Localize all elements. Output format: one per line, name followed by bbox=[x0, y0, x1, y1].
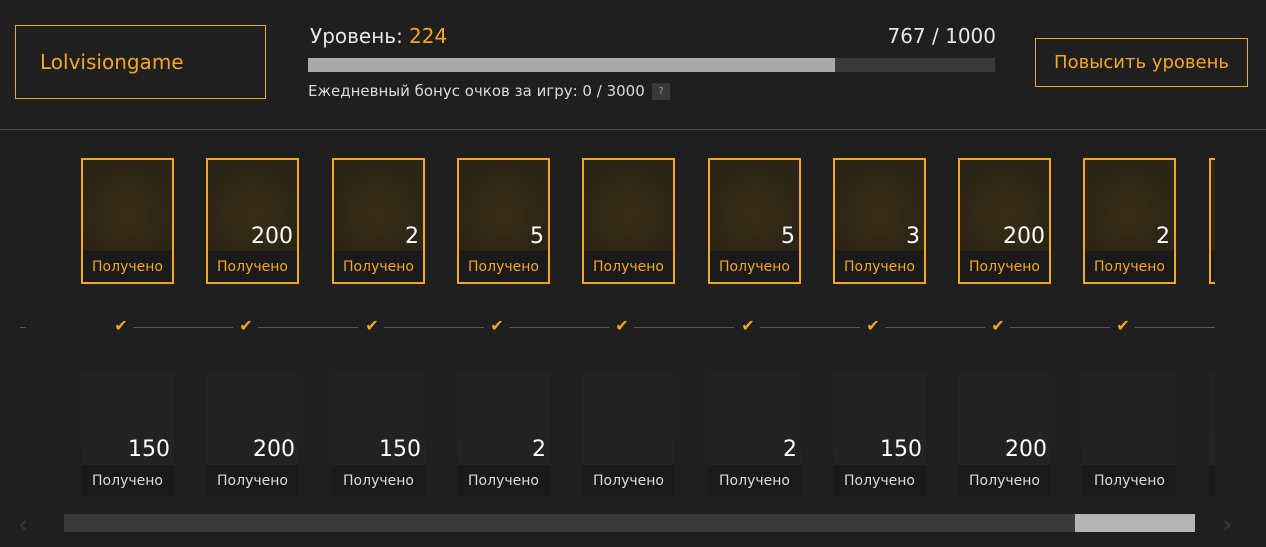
scrollbar-thumb[interactable] bbox=[1075, 514, 1195, 532]
username-box: Lolvisiongame bbox=[15, 25, 266, 99]
reward-card-bottom[interactable]: Получено bbox=[1083, 373, 1176, 496]
reward-status: Получено bbox=[83, 251, 172, 282]
reward-status: Получено bbox=[835, 251, 924, 282]
reward-status: Получено bbox=[960, 251, 1049, 282]
reward-card-bottom[interactable]: 150 Получено bbox=[833, 373, 926, 496]
reward-status: Получено bbox=[582, 465, 675, 496]
reward-amount: 2 bbox=[1156, 224, 1170, 249]
username: Lolvisiongame bbox=[40, 50, 184, 74]
reward-card-bottom[interactable]: 2 Получено bbox=[457, 373, 550, 496]
reward-card-bottom[interactable]: 150 Получено bbox=[81, 373, 174, 496]
reward-status: Получено bbox=[1209, 465, 1215, 496]
reward-amount: 200 bbox=[251, 224, 293, 249]
reward-amount: 150 bbox=[379, 437, 421, 462]
check-icon: ✔ bbox=[615, 316, 629, 335]
reward-card-top[interactable]: Получено bbox=[582, 158, 675, 284]
reward-amount: 5 bbox=[530, 224, 544, 249]
check-icon: ✔ bbox=[239, 316, 253, 335]
progress-connector bbox=[1010, 327, 1110, 328]
header: Lolvisiongame Уровень: 224 767 / 1000 Еж… bbox=[0, 0, 1266, 130]
rewards-track[interactable]: Получено ✔ 150 Получено 200 Получено ✔ 200 Получ… bbox=[20, 130, 1215, 510]
reward-card-top[interactable]: 2 Получено bbox=[1083, 158, 1176, 284]
level-up-button[interactable]: Повысить уровень bbox=[1035, 38, 1248, 87]
reward-amount: 2 bbox=[532, 437, 546, 462]
help-icon[interactable]: ? bbox=[652, 83, 670, 100]
reward-status: Получено bbox=[81, 465, 174, 496]
progress-connector bbox=[760, 327, 860, 328]
xp-counter: 767 / 1000 bbox=[887, 24, 996, 48]
reward-status: Получено bbox=[833, 465, 926, 496]
reward-amount: 150 bbox=[128, 437, 170, 462]
reward-amount: 150 bbox=[880, 437, 922, 462]
horizontal-scrollbar[interactable] bbox=[64, 514, 1195, 532]
progress-connector bbox=[509, 327, 609, 328]
reward-status: Получено bbox=[334, 251, 423, 282]
reward-amount: 3 bbox=[906, 224, 920, 249]
reward-card-top[interactable]: 5 Получено bbox=[457, 158, 550, 284]
reward-amount: 200 bbox=[253, 437, 295, 462]
reward-status: Получено bbox=[208, 251, 297, 282]
reward-amount: 200 bbox=[1005, 437, 1047, 462]
reward-status: Получено bbox=[584, 251, 673, 282]
reward-card-bottom[interactable]: Получено bbox=[582, 373, 675, 496]
reward-amount: 2 bbox=[783, 437, 797, 462]
progress-connector bbox=[133, 327, 233, 328]
progress-connector bbox=[384, 327, 484, 328]
check-icon: ✔ bbox=[114, 316, 128, 335]
reward-status: Получено bbox=[1211, 251, 1215, 282]
reward-amount: 5 bbox=[781, 224, 795, 249]
reward-card-top[interactable]: Получено bbox=[1209, 158, 1215, 284]
daily-bonus-text: Ежедневный бонус очков за игру: 0 / 3000 bbox=[308, 82, 645, 100]
reward-status: Получено bbox=[1083, 465, 1176, 496]
reward-status: Получено bbox=[708, 465, 801, 496]
check-icon: ✔ bbox=[991, 316, 1005, 335]
progress-connector bbox=[258, 327, 358, 328]
reward-status: Получено bbox=[206, 465, 299, 496]
progress-connector bbox=[634, 327, 734, 328]
xp-progress-bar bbox=[308, 58, 995, 72]
reward-card-top[interactable]: 200 Получено bbox=[958, 158, 1051, 284]
reward-status: Получено bbox=[332, 465, 425, 496]
check-icon: ✔ bbox=[490, 316, 504, 335]
reward-card-bottom[interactable]: 2 Получено bbox=[708, 373, 801, 496]
progress-connector bbox=[885, 327, 985, 328]
level-value: 224 bbox=[409, 24, 448, 48]
reward-card-top[interactable]: 200 Получено bbox=[206, 158, 299, 284]
reward-status: Получено bbox=[1085, 251, 1174, 282]
reward-card-top[interactable]: 3 Получено bbox=[833, 158, 926, 284]
reward-card-bottom[interactable]: 200 Получено bbox=[958, 373, 1051, 496]
reward-card-top[interactable]: 2 Получено bbox=[332, 158, 425, 284]
reward-status: Получено bbox=[710, 251, 799, 282]
reward-status: Получено bbox=[457, 465, 550, 496]
reward-amount: 2 bbox=[405, 224, 419, 249]
progress-connector bbox=[20, 327, 26, 328]
chevron-right-icon[interactable]: › bbox=[1222, 512, 1244, 538]
chevron-left-icon[interactable]: ‹ bbox=[18, 512, 40, 538]
reward-card-bottom[interactable]: Получено bbox=[1209, 373, 1215, 496]
reward-card-bottom[interactable]: 150 Получено bbox=[332, 373, 425, 496]
reward-status: Получено bbox=[459, 251, 548, 282]
progress-connector bbox=[1135, 327, 1215, 328]
check-icon: ✔ bbox=[365, 316, 379, 335]
reward-status: Получено bbox=[958, 465, 1051, 496]
xp-progress-fill bbox=[308, 58, 835, 72]
check-icon: ✔ bbox=[1116, 316, 1130, 335]
reward-card-bottom[interactable]: 200 Получено bbox=[206, 373, 299, 496]
reward-card-top[interactable]: 5 Получено bbox=[708, 158, 801, 284]
check-icon: ✔ bbox=[741, 316, 755, 335]
reward-card-top[interactable]: Получено bbox=[81, 158, 174, 284]
level-label: Уровень: bbox=[310, 24, 403, 48]
check-icon: ✔ bbox=[866, 316, 880, 335]
reward-amount: 200 bbox=[1003, 224, 1045, 249]
